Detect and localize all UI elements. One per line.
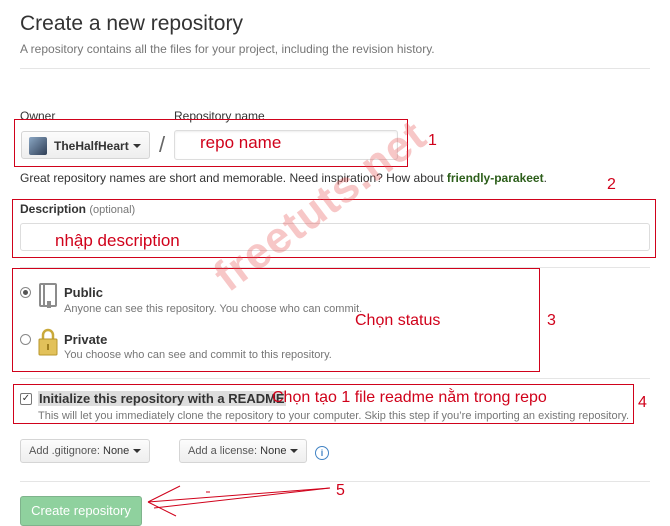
gitignore-value: None — [103, 445, 130, 457]
chevron-down-icon — [133, 449, 142, 454]
chevron-down-icon — [290, 449, 299, 454]
gitignore-label: Add .gitignore: — [29, 445, 100, 457]
license-select[interactable]: Add a license: None — [179, 439, 308, 463]
hint-end: . — [543, 171, 547, 185]
name-suggestion-link[interactable]: friendly-parakeet — [447, 171, 544, 185]
annotation-status: Chọn status — [355, 312, 441, 329]
arrow-annotation — [147, 485, 331, 517]
annotation-number-2: 2 — [607, 176, 616, 193]
license-value: None — [260, 445, 287, 457]
page-subtitle: A repository contains all the files for … — [20, 42, 435, 56]
lock-icon — [38, 328, 58, 356]
info-icon[interactable]: i — [315, 446, 329, 460]
public-description: Anyone can see this repository. You choo… — [64, 303, 363, 315]
annotation-number-3: 3 — [547, 312, 556, 329]
license-label: Add a license: — [188, 445, 258, 457]
private-description: You choose who can see and commit to thi… — [64, 349, 332, 361]
annotation-number-5: 5 — [336, 482, 345, 499]
public-radio[interactable] — [20, 287, 31, 298]
repo-name-hint: Great repository names are short and mem… — [20, 171, 547, 185]
public-title: Public — [64, 285, 104, 300]
private-radio[interactable] — [20, 334, 31, 345]
create-repository-button[interactable]: Create repository — [20, 496, 142, 526]
divider — [20, 378, 650, 379]
gitignore-select[interactable]: Add .gitignore: None — [20, 439, 151, 463]
divider — [20, 68, 650, 69]
book-icon — [39, 283, 57, 308]
private-title: Private — [64, 332, 108, 347]
page-title: Create a new repository — [20, 12, 243, 35]
annotation-number-4: 4 — [638, 394, 647, 411]
annotation-box-4 — [13, 384, 634, 424]
